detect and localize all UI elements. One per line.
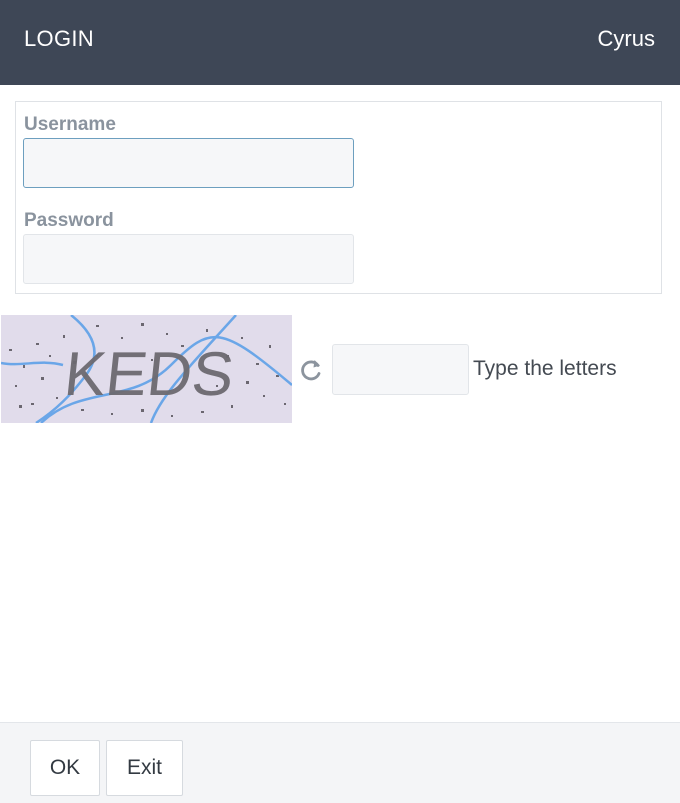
password-label: Password [24, 210, 114, 231]
captcha-input[interactable] [332, 344, 469, 395]
login-page: LOGIN Cyrus Username Password KEDS Type … [0, 0, 680, 803]
footer-bar: OK Exit [0, 722, 680, 803]
username-input[interactable] [23, 138, 354, 188]
login-form: Username Password [15, 101, 662, 294]
refresh-icon[interactable] [297, 356, 325, 384]
password-input[interactable] [23, 234, 354, 284]
exit-button[interactable]: Exit [106, 740, 183, 796]
user-name: Cyrus [597, 26, 655, 51]
username-label: Username [24, 114, 116, 135]
captcha-image: KEDS [1, 315, 292, 423]
page-title: LOGIN [24, 26, 94, 51]
captcha-letters-graphic: KEDS [61, 340, 237, 409]
header-bar: LOGIN Cyrus [0, 0, 680, 85]
ok-button[interactable]: OK [30, 740, 100, 796]
captcha-hint: Type the letters [473, 357, 617, 380]
